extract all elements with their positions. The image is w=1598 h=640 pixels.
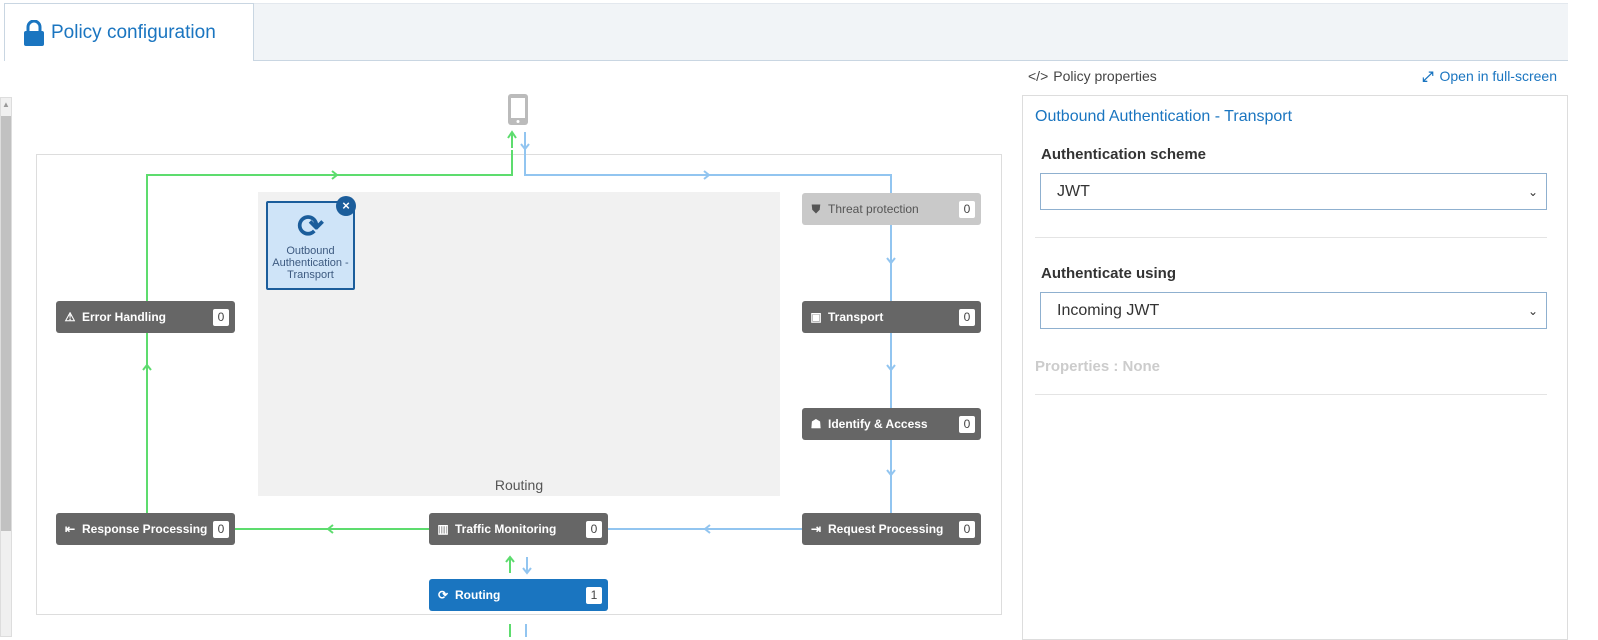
authenticate-using-select[interactable]: Incoming JWT ⌄ [1040, 292, 1547, 329]
fullscreen-label: Open in full-screen [1439, 68, 1557, 84]
node-count: 1 [586, 586, 602, 604]
node-transport[interactable]: ▣ Transport 0 [802, 301, 981, 333]
node-routing[interactable]: ⟳ Routing 1 [429, 579, 608, 611]
scheme-label: Authentication scheme [1041, 146, 1207, 163]
node-count: 0 [213, 520, 229, 538]
node-label: Request Processing [828, 522, 944, 536]
authentication-scheme-select[interactable]: JWT ⌄ [1040, 173, 1547, 210]
node-label: Transport [828, 310, 884, 324]
node-count: 0 [586, 520, 602, 538]
node-label: Identify & Access [828, 417, 928, 431]
node-threat-protection[interactable]: ⛊ Threat protection 0 [802, 193, 981, 225]
sign-out-icon: ⇤ [64, 522, 76, 536]
remove-policy-close-icon[interactable]: × [336, 196, 356, 216]
node-label: Routing [455, 588, 501, 602]
warning-icon: ⚠ [64, 310, 76, 324]
panel-title: Outbound Authentication - Transport [1035, 108, 1293, 125]
node-label: Traffic Monitoring [455, 522, 557, 536]
routing-area-label: Routing [494, 477, 544, 493]
policy-properties-header: </> Policy properties [1028, 68, 1157, 84]
node-count: 0 [959, 200, 975, 218]
node-label: Error Handling [82, 310, 167, 324]
properties-none: Properties : None [1035, 358, 1161, 375]
expand-icon: ⤢ [1422, 68, 1434, 84]
user-secret-icon: ☗ [810, 417, 822, 431]
divider [1035, 394, 1547, 395]
bar-chart-icon: ▥ [437, 522, 449, 536]
panel-header-label: Policy properties [1053, 68, 1157, 84]
node-count: 0 [959, 308, 975, 326]
shield-icon: ⛊ [811, 201, 821, 216]
node-request-processing[interactable]: ⇥ Request Processing 0 [802, 513, 981, 545]
policy-card-label: Outbound Authentication - Transport [272, 245, 349, 281]
properties-panel: Outbound Authentication - Transport Auth… [1022, 95, 1568, 640]
divider [1035, 237, 1547, 238]
node-count: 0 [959, 415, 975, 433]
open-fullscreen-link[interactable]: ⤢ Open in full-screen [1422, 68, 1557, 85]
chevron-down-icon: ⌄ [1527, 184, 1538, 199]
scheme-value: JWT [1057, 182, 1090, 200]
using-value: Incoming JWT [1057, 301, 1160, 319]
sign-in-icon: ⇥ [810, 522, 822, 536]
node-traffic-monitoring[interactable]: ▥ Traffic Monitoring 0 [429, 513, 608, 545]
using-label: Authenticate using [1041, 265, 1177, 282]
node-label: Threat protection [828, 202, 919, 216]
node-label: Response Processing [82, 522, 208, 536]
mobile-device-icon [508, 94, 528, 125]
node-response-processing[interactable]: ⇤ Response Processing 0 [56, 513, 235, 545]
node-error-handling[interactable]: ⚠ Error Handling 0 [56, 301, 235, 333]
code-icon: </> [1028, 68, 1049, 84]
bus-icon: ▣ [810, 310, 822, 324]
node-count: 0 [213, 308, 229, 326]
refresh-icon: ⟳ [437, 588, 449, 602]
chevron-down-icon: ⌄ [1527, 303, 1538, 318]
node-identify-access[interactable]: ☗ Identify & Access 0 [802, 408, 981, 440]
node-count: 0 [959, 520, 975, 538]
